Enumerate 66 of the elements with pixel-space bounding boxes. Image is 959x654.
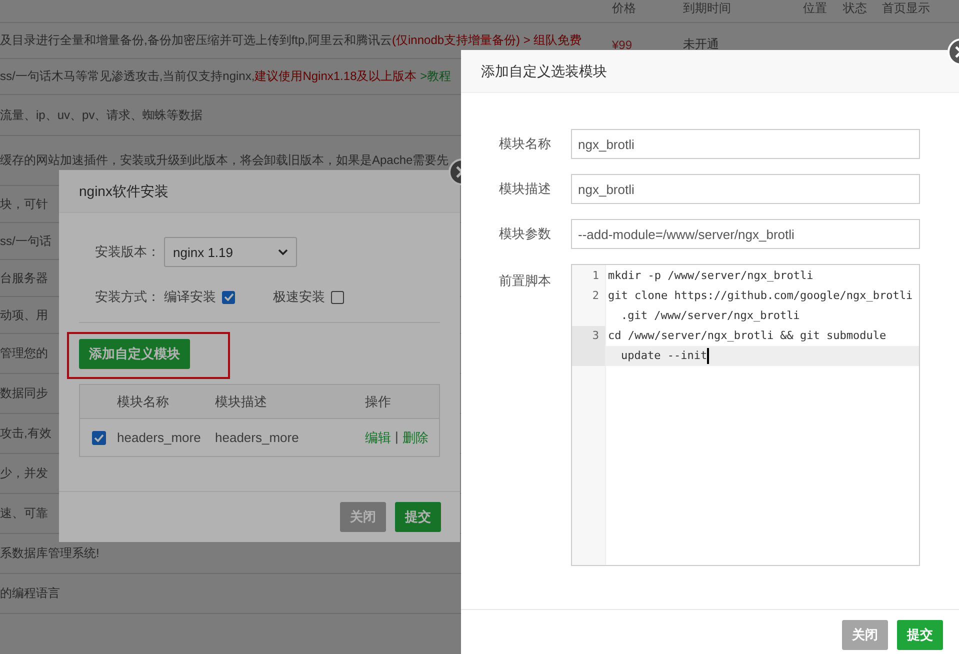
warning-text: 建议使用Nginx1.18及以上版本: [254, 69, 417, 83]
description-text: 动项、用: [0, 308, 48, 322]
code-text: .git /www/server/ngx_brotli: [621, 308, 800, 324]
input-field[interactable]: --add-module=/www/server/ngx_brotli: [571, 219, 920, 249]
table-header: 模块名称: [117, 392, 170, 410]
version-select[interactable]: nginx 1.19: [164, 237, 297, 267]
code-text: cd /www/server/ngx_brotli && git submodule: [608, 328, 886, 344]
field-label: 安装版本：: [94, 243, 161, 261]
submit-button[interactable]: 提交: [897, 620, 943, 650]
action-link[interactable]: 删除: [402, 428, 428, 446]
column-header: 首页显示: [882, 0, 931, 17]
description-text: 及目录进行全量和增量备份,备份加密压缩并可选上传到ftp,阿里云和腾讯云: [0, 33, 392, 47]
tutorial-link[interactable]: >教程: [416, 69, 452, 83]
description-text: 台服务器: [0, 270, 48, 284]
dialog-title: nginx软件安装: [79, 183, 168, 199]
add-module-button[interactable]: 添加自定义模块: [79, 339, 190, 369]
checkbox[interactable]: [331, 290, 344, 304]
close-button[interactable]: 关闭: [842, 620, 888, 650]
field-label: 模块描述: [498, 180, 551, 198]
code-text: git clone https://github.com/google/ngx_brotli: [608, 288, 913, 304]
checkbox[interactable]: [92, 430, 106, 444]
column-header: 价格: [612, 0, 637, 17]
expiry-text: 未开通: [683, 36, 720, 53]
checkbox[interactable]: [222, 290, 235, 304]
line-number: 3: [572, 326, 605, 366]
description-text: 块，可针: [0, 196, 48, 210]
option-label: 编译安装: [164, 288, 216, 306]
field-label: 前置脚本: [498, 272, 551, 290]
separator-text: |: [395, 428, 398, 446]
price-text: ¥99: [612, 36, 634, 52]
input-field[interactable]: ngx_brotli: [571, 129, 920, 159]
description-text: 管理您的: [0, 346, 48, 360]
description-text: 数据同步: [0, 386, 48, 400]
field-label: 模块参数: [498, 225, 551, 243]
line-number: 2: [591, 288, 600, 304]
description-text: 缓存的网站加速插件，安装或升级到此版本，将会卸载旧版本，如果是Apache需要先: [0, 153, 449, 167]
close-button[interactable]: 关闭: [340, 502, 386, 532]
description-text: 速、可靠: [0, 506, 48, 520]
column-header: 状态: [843, 0, 868, 17]
table-header: 操作: [365, 392, 392, 410]
table-header: 模块描述: [215, 392, 268, 410]
text-cursor: [707, 348, 709, 364]
action-link[interactable]: 编辑: [365, 428, 391, 446]
column-header: 位置: [803, 0, 828, 17]
chevron-down-icon: [278, 248, 288, 256]
input-field[interactable]: ngx_brotli: [571, 174, 920, 204]
description-text: 系数据库管理系统!: [0, 546, 100, 560]
description-text: ss/一句话木马等常见渗透攻击,当前仅支持nginx,: [0, 69, 255, 83]
table-cell-text: headers_more: [117, 430, 202, 445]
warning-text: (仅innodb支持增量备份) > 组队免费: [392, 33, 582, 47]
option-label: 极速安装: [273, 288, 325, 306]
dialog-title: 添加自定义选装模块: [481, 63, 607, 79]
description-text: 的编程语言: [0, 586, 60, 600]
code-text: mkdir -p /www/server/ngx_brotli: [608, 268, 814, 284]
field-label: 安装方式：: [94, 288, 161, 306]
description-text: 少，并发: [0, 466, 48, 480]
description-text: 攻击,有效: [0, 426, 52, 440]
code-text: update --init: [621, 348, 708, 364]
line-number: 1: [591, 268, 600, 284]
field-label: 模块名称: [498, 135, 551, 153]
description-text: ss/一句话: [0, 234, 52, 248]
code-editor[interactable]: 1 mkdir -p /www/server/ngx_brotli 2 git clone https://github.com/google/ngx_brotli .git /www/server/ngx_brotli 3 cd /www/server/ngx_brotli && git submodule update --init: [571, 264, 920, 566]
table-cell-text: headers_more: [215, 430, 300, 445]
description-text: 流量、ip、uv、pv、请求、蜘蛛等数据: [0, 108, 203, 122]
submit-button[interactable]: 提交: [395, 502, 441, 532]
column-header: 到期时间: [683, 0, 732, 17]
